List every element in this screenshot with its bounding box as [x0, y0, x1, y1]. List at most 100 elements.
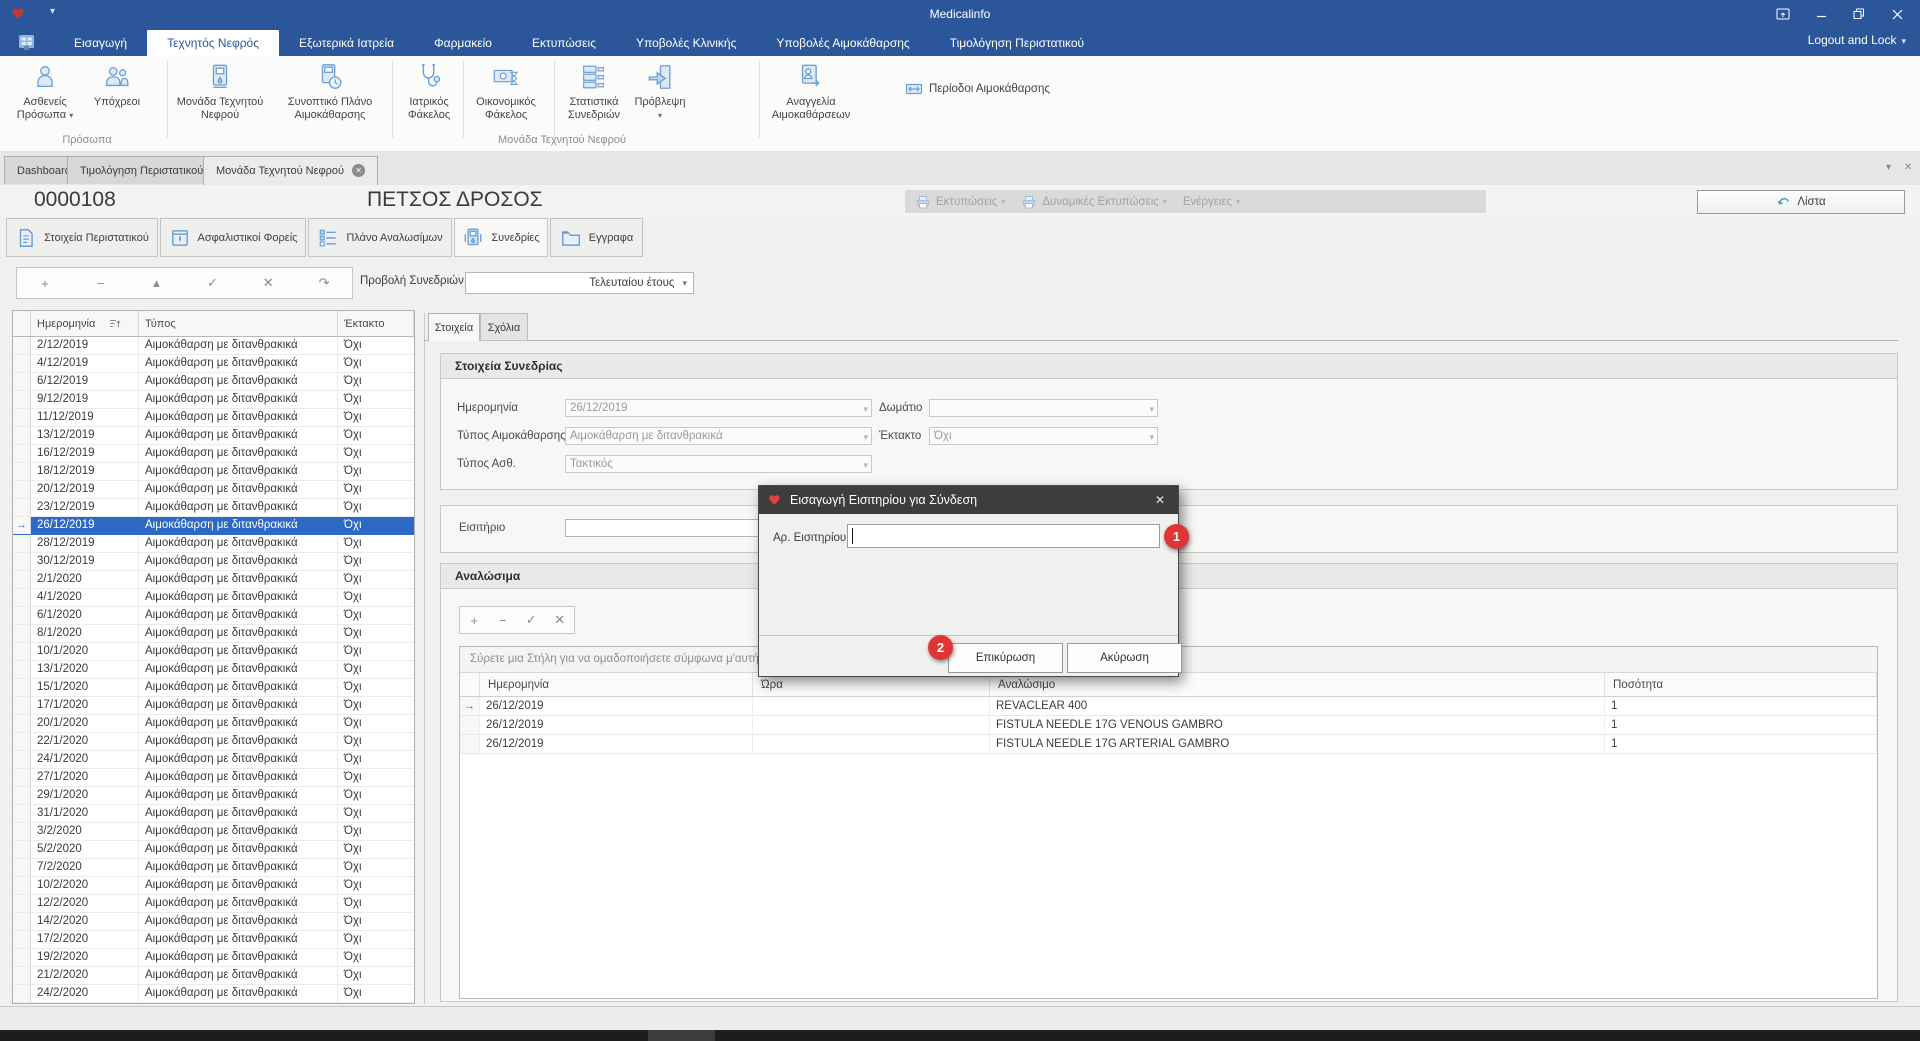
consumable-row[interactable]: 26/12/2019FISTULA NEEDLE 17G ARTERIAL GA…: [460, 735, 1877, 754]
ribbon-tab-clinic-submissions[interactable]: Υποβολές Κλινικής: [616, 30, 756, 56]
record-tab-consumables-plan[interactable]: Πλάνο Αναλωσίμων: [308, 218, 452, 257]
financial-file-button[interactable]: Οικονομικός Φάκελος: [470, 62, 542, 122]
session-row[interactable]: 19/2/2020Αιμοκάθαρση με διτανθρακικάΌχι: [13, 949, 414, 967]
doc-tab-billing[interactable]: Τιμολόγηση Περιστατικού: [67, 156, 216, 184]
session-row[interactable]: 3/2/2020Αιμοκάθαρση με διτανθρακικάΌχι: [13, 823, 414, 841]
session-row[interactable]: 24/2/2020Αιμοκάθαρση με διτανθρακικάΌχι: [13, 985, 414, 1003]
session-row[interactable]: 17/2/2020Αιμοκάθαρση με διτανθρακικάΌχι: [13, 931, 414, 949]
tabstrip-close-icon[interactable]: ✕: [1904, 162, 1912, 173]
session-stats-button[interactable]: Στατιστικά Συνεδριών: [562, 62, 626, 122]
session-view-combo[interactable]: Τελευταίου έτους ▾: [465, 272, 694, 294]
dynamic-print-menu-button[interactable]: Δυναμικές Εκτυπώσεις▾: [1021, 194, 1167, 210]
session-row[interactable]: 11/12/2019Αιμοκάθαρση με διτανθρακικάΌχι: [13, 409, 414, 427]
refresh-session-button[interactable]: ↷: [304, 275, 344, 291]
restore-button[interactable]: [1844, 4, 1874, 24]
ribbon-display-options-button[interactable]: [1768, 4, 1798, 24]
actions-menu-button[interactable]: Ενέργειες▾: [1183, 196, 1240, 208]
ticket-number-input[interactable]: [847, 524, 1160, 548]
session-row[interactable]: 4/1/2020Αιμοκάθαρση με διτανθρακικάΌχι: [13, 589, 414, 607]
cancel-session-button[interactable]: ✕: [248, 275, 288, 291]
session-row[interactable]: 13/1/2020Αιμοκάθαρση με διτανθρακικάΌχι: [13, 661, 414, 679]
record-tab-insurers[interactable]: Ασφαλιστικοί Φορείς: [160, 218, 306, 257]
record-tab-incident[interactable]: Στοιχεία Περιστατικού: [6, 218, 158, 257]
delete-consumable-button[interactable]: −: [491, 613, 515, 628]
add-consumable-button[interactable]: +: [462, 613, 486, 628]
detail-tab-data[interactable]: Στοιχεία: [428, 313, 480, 341]
close-button[interactable]: [1882, 4, 1912, 24]
tab-close-icon[interactable]: ✕: [352, 164, 365, 177]
ribbon-tab-printouts[interactable]: Εκτυπώσεις: [512, 30, 616, 56]
session-row[interactable]: 17/1/2020Αιμοκάθαρση με διτανθρακικάΌχι: [13, 697, 414, 715]
obligors-button[interactable]: Υπόχρεοι: [86, 62, 148, 109]
ribbon-tab-artificial-kidney[interactable]: Τεχνητός Νεφρός: [147, 30, 279, 56]
session-row[interactable]: 31/1/2020Αιμοκάθαρση με διτανθρακικάΌχι: [13, 805, 414, 823]
session-row[interactable]: 2/1/2020Αιμοκάθαρση με διτανθρακικάΌχι: [13, 571, 414, 589]
forecast-button[interactable]: Πρόβλεψη▾: [631, 62, 689, 122]
session-row[interactable]: 27/1/2020Αιμοκάθαρση με διτανθρακικάΌχι: [13, 769, 414, 787]
logout-and-lock-button[interactable]: Logout and Lock▾: [1808, 33, 1906, 47]
session-row[interactable]: 28/12/2019Αιμοκάθαρση με διτανθρακικάΌχι: [13, 535, 414, 553]
announcement-button[interactable]: Αναγγελία Αιμοκαθάρσεων: [764, 62, 858, 122]
session-row[interactable]: 10/1/2020Αιμοκάθαρση με διτανθρακικάΌχι: [13, 643, 414, 661]
patients-button[interactable]: Ασθενείς Πρόσωπα ▾: [14, 62, 76, 122]
session-row[interactable]: 24/1/2020Αιμοκάθαρση με διτανθρακικάΌχι: [13, 751, 414, 769]
dialog-close-icon[interactable]: ✕: [1150, 493, 1170, 507]
session-row[interactable]: 5/2/2020Αιμοκάθαρση με διτανθρακικάΌχι: [13, 841, 414, 859]
add-session-button[interactable]: +: [25, 276, 65, 291]
session-row[interactable]: 30/12/2019Αιμοκάθαρση με διτανθρακικάΌχι: [13, 553, 414, 571]
cancel-button[interactable]: Ακύρωση: [1067, 643, 1182, 673]
column-header-qty[interactable]: Ποσότητα: [1605, 673, 1877, 696]
session-row[interactable]: 13/12/2019Αιμοκάθαρση με διτανθρακικάΌχι: [13, 427, 414, 445]
session-row[interactable]: 6/12/2019Αιμοκάθαρση με διτανθρακικάΌχι: [13, 373, 414, 391]
unit-button[interactable]: Μονάδα Τεχνητού Νεφρού: [176, 62, 264, 122]
summary-plan-button[interactable]: Συνοπτικό Πλάνο Αιμοκάθαρσης: [280, 62, 380, 122]
print-menu-button[interactable]: Εκτυπώσεις▾: [915, 194, 1005, 210]
session-row[interactable]: 21/2/2020Αιμοκάθαρση με διτανθρακικάΌχι: [13, 967, 414, 985]
session-row[interactable]: 20/12/2019Αιμοκάθαρση με διτανθρακικάΌχι: [13, 481, 414, 499]
record-tab-sessions[interactable]: Συνεδρίες: [454, 218, 548, 257]
session-row[interactable]: 12/2/2020Αιμοκάθαρση με διτανθρακικάΌχι: [13, 895, 414, 913]
session-row[interactable]: 29/1/2020Αιμοκάθαρση με διτανθρακικάΌχι: [13, 787, 414, 805]
session-row[interactable]: 8/1/2020Αιμοκάθαρση με διτανθρακικάΌχι: [13, 625, 414, 643]
doc-tab-unit[interactable]: Μονάδα Τεχνητού Νεφρού✕: [203, 156, 378, 185]
session-row[interactable]: 4/12/2019Αιμοκάθαρση με διτανθρακικάΌχι: [13, 355, 414, 373]
accept-session-button[interactable]: ✓: [192, 275, 232, 291]
session-row[interactable]: 20/1/2020Αιμοκάθαρση με διτανθρακικάΌχι: [13, 715, 414, 733]
periods-button[interactable]: Περίοδοι Αιμοκάθαρσης: [905, 80, 1050, 98]
ribbon-tab-incident-billing[interactable]: Τιμολόγηση Περιστατικού: [930, 30, 1104, 56]
detail-tab-comments[interactable]: Σχόλια: [480, 313, 528, 341]
delete-session-button[interactable]: −: [81, 276, 121, 291]
cancel-consumable-button[interactable]: ✕: [548, 612, 572, 628]
session-row[interactable]: 10/2/2020Αιμοκάθαρση με διτανθρακικάΌχι: [13, 877, 414, 895]
accept-consumable-button[interactable]: ✓: [519, 612, 543, 628]
dialog-titlebar[interactable]: Εισαγωγή Εισιτηρίου για Σύνδεση ✕: [759, 486, 1178, 514]
session-row[interactable]: →26/12/2019Αιμοκάθαρση με διτανθρακικάΌχ…: [13, 517, 414, 535]
session-row[interactable]: 15/1/2020Αιμοκάθαρση με διτανθρακικάΌχι: [13, 679, 414, 697]
ribbon-tab-dialysis-submissions[interactable]: Υποβολές Αιμοκάθαρσης: [756, 30, 929, 56]
session-row[interactable]: 18/12/2019Αιμοκάθαρση με διτανθρακικάΌχι: [13, 463, 414, 481]
record-tab-documents[interactable]: Εγγραφα: [550, 218, 643, 257]
confirm-button[interactable]: Επικύρωση: [948, 643, 1063, 673]
minimize-button[interactable]: [1806, 4, 1836, 24]
ribbon-tab-pharmacy[interactable]: Φαρμακείο: [414, 30, 512, 56]
column-header-date[interactable]: Ημερομηνία: [480, 673, 753, 696]
ribbon-tab-outpatient[interactable]: Εξωτερικά Ιατρεία: [279, 30, 414, 56]
session-row[interactable]: 7/2/2020Αιμοκάθαρση με διτανθρακικάΌχι: [13, 859, 414, 877]
session-row[interactable]: 9/12/2019Αιμοκάθαρση με διτανθρακικάΌχι: [13, 391, 414, 409]
session-row[interactable]: 2/12/2019Αιμοκάθαρση με διτανθρακικάΌχι: [13, 337, 414, 355]
session-row[interactable]: 23/12/2019Αιμοκάθαρση με διτανθρακικάΌχι: [13, 499, 414, 517]
column-header-extra[interactable]: Έκτακτο: [338, 311, 414, 336]
session-row[interactable]: 22/1/2020Αιμοκάθαρση με διτανθρακικάΌχι: [13, 733, 414, 751]
column-header-type[interactable]: Τύπος: [139, 311, 338, 336]
medical-file-button[interactable]: Ιατρικός Φάκελος: [401, 62, 457, 122]
session-row[interactable]: 14/2/2020Αιμοκάθαρση με διτανθρακικάΌχι: [13, 913, 414, 931]
column-header-date[interactable]: Ημερομηνία: [31, 311, 139, 336]
edit-session-button[interactable]: ▴: [137, 275, 177, 291]
app-menu-icon[interactable]: [16, 31, 38, 53]
session-row[interactable]: 16/12/2019Αιμοκάθαρση με διτανθρακικάΌχι: [13, 445, 414, 463]
list-button[interactable]: Λίστα: [1697, 190, 1905, 214]
consumable-row[interactable]: 26/12/2019FISTULA NEEDLE 17G VENOUS GAMB…: [460, 716, 1877, 735]
consumable-row[interactable]: →26/12/2019REVACLEAR 4001: [460, 697, 1877, 716]
tabstrip-dropdown-icon[interactable]: ▾: [1886, 162, 1891, 173]
ribbon-tab-home[interactable]: Εισαγωγή: [54, 30, 147, 56]
